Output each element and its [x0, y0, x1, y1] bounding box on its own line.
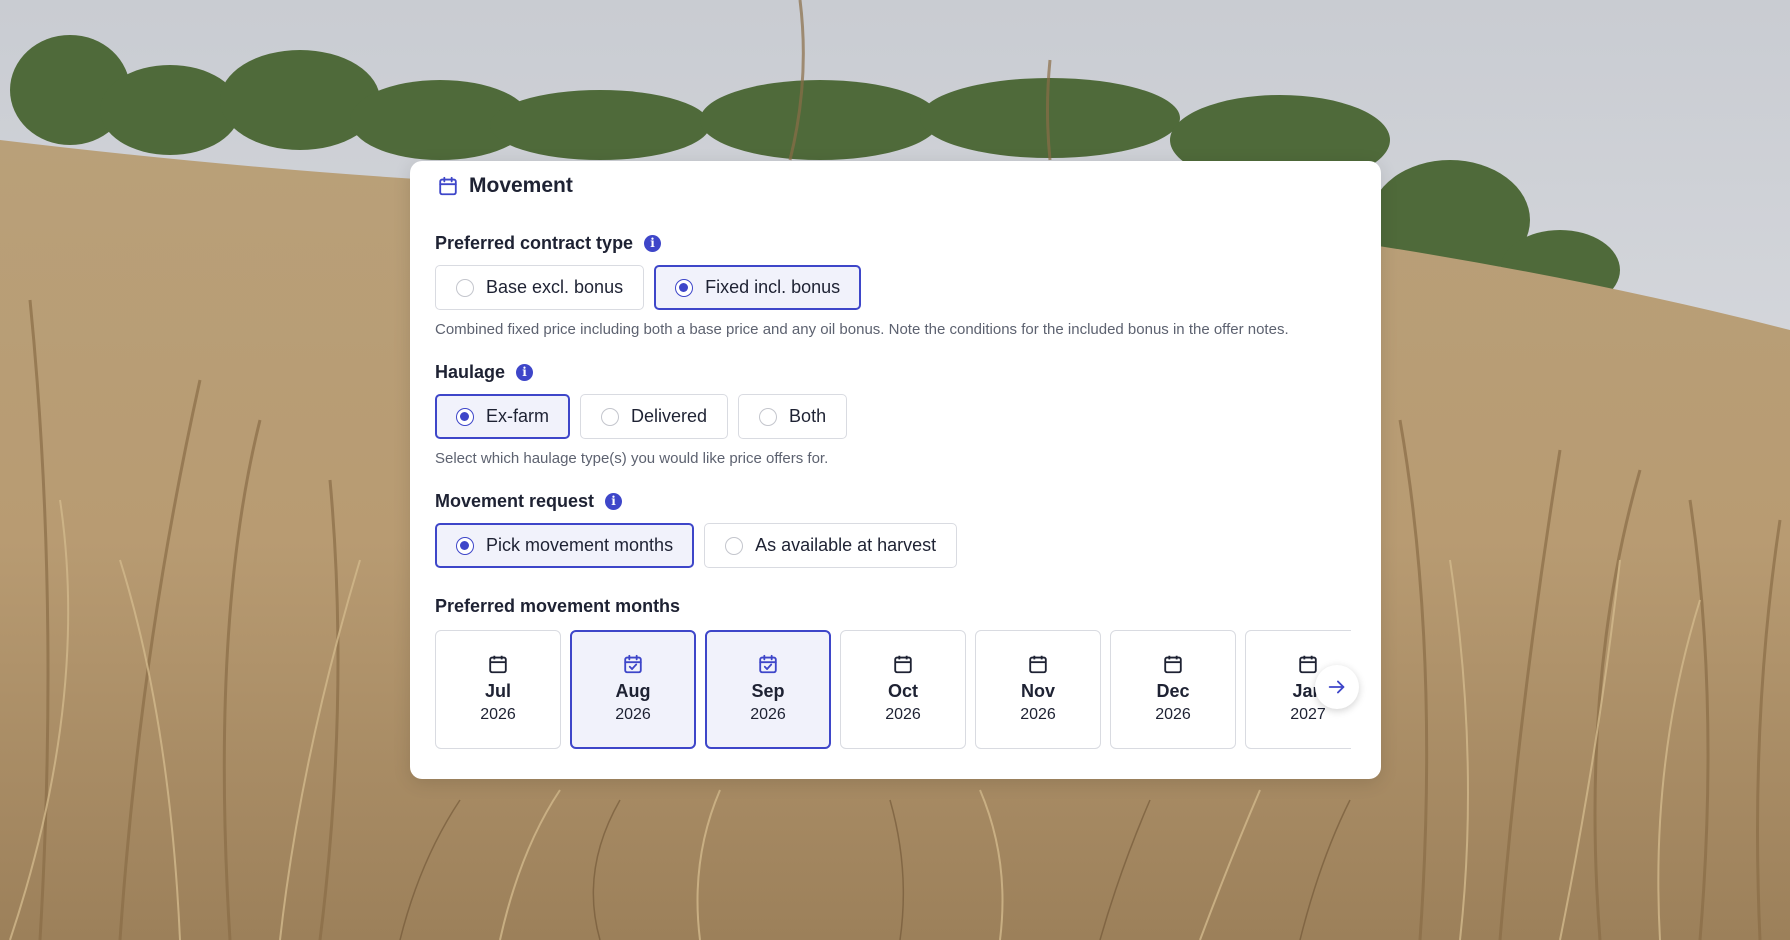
option-label: Pick movement months [486, 535, 674, 555]
month-name: Dec [1156, 681, 1190, 701]
radio-button[interactable] [725, 536, 744, 555]
month-year: 2026 [1155, 706, 1191, 723]
contract-type-label: Preferred contract type [435, 232, 634, 253]
month-year: 2027 [1290, 706, 1326, 723]
option-label: Base excl. bonus [486, 277, 624, 297]
months-label: Preferred movement months [435, 596, 681, 616]
movement-card: Movement Preferred contract type i Base … [410, 161, 1381, 779]
radio-button-selected[interactable] [675, 278, 694, 297]
calendar-icon [439, 176, 457, 196]
info-icon[interactable]: i [644, 234, 662, 252]
calendar-icon [1299, 655, 1317, 674]
haulage-options: Ex-farm Delivered Both [435, 394, 1356, 439]
month-name: Oct [887, 681, 918, 701]
month-name: Aug [615, 681, 651, 701]
option-label: As available at harvest [755, 535, 937, 555]
month-name: Nov [1020, 681, 1055, 701]
month-year: 2026 [885, 706, 921, 723]
month-card-nov[interactable]: Nov 2026 [975, 630, 1101, 749]
month-year: 2026 [750, 706, 786, 723]
haulage-label: Haulage [435, 361, 506, 382]
contract-type-options: Base excl. bonus Fixed incl. bonus [435, 265, 1356, 310]
month-card-sep[interactable]: Sep 2026 [705, 630, 831, 749]
month-card-jul[interactable]: Jul 2026 [435, 630, 561, 749]
info-icon[interactable]: i [605, 492, 623, 510]
calendar-icon [489, 655, 507, 674]
months-carousel: Jul 2026 Aug 2026 Sep 2026 Oct 2026 Nov … [435, 630, 1381, 750]
calendar-icon [1029, 655, 1047, 674]
option-fixed-incl-bonus[interactable]: Fixed incl. bonus [654, 265, 862, 310]
calendar-icon [1164, 655, 1182, 674]
movement-request-label-row: Movement request i [435, 489, 1356, 513]
month-card-aug[interactable]: Aug 2026 [570, 630, 696, 749]
month-year: 2026 [480, 706, 516, 723]
haulage-label-row: Haulage i [435, 360, 1356, 384]
option-ex-farm[interactable]: Ex-farm [435, 394, 570, 439]
info-icon[interactable]: i [516, 363, 534, 381]
radio-button[interactable] [601, 407, 619, 426]
radio-button[interactable] [456, 278, 474, 297]
contract-type-help: Combined fixed price including both a ba… [435, 321, 1289, 338]
calendar-check-icon [624, 654, 642, 674]
card-title: Movement [469, 174, 573, 197]
radio-button[interactable] [759, 407, 778, 426]
haulage-help: Select which haulage type(s) you would l… [435, 450, 829, 467]
month-year: 2026 [615, 706, 651, 723]
option-delivered[interactable]: Delivered [580, 394, 729, 439]
radio-button-selected[interactable] [456, 407, 474, 426]
scroll-next-button[interactable] [1315, 665, 1359, 709]
option-label: Fixed incl. bonus [705, 277, 841, 297]
option-label: Delivered [631, 406, 708, 426]
option-base-excl-bonus[interactable]: Base excl. bonus [435, 265, 645, 310]
card-header: Movement [435, 161, 1356, 211]
month-card-oct[interactable]: Oct 2026 [840, 630, 966, 749]
contract-type-label-row: Preferred contract type i [435, 231, 1356, 255]
option-pick-movement-months[interactable]: Pick movement months [435, 523, 695, 568]
month-year: 2026 [1020, 706, 1056, 723]
arrow-right-icon [1328, 680, 1345, 694]
option-label: Both [789, 406, 827, 426]
option-label: Ex-farm [486, 406, 549, 426]
calendar-check-icon [759, 654, 777, 674]
month-name: Jul [484, 681, 511, 701]
movement-request-label: Movement request [435, 490, 595, 511]
month-card-dec[interactable]: Dec 2026 [1110, 630, 1236, 749]
option-both[interactable]: Both [738, 394, 848, 439]
calendar-icon [894, 655, 912, 674]
radio-button-selected[interactable] [456, 536, 474, 555]
movement-request-options: Pick movement months As available at har… [435, 523, 1356, 568]
option-as-available-at-harvest[interactable]: As available at harvest [704, 523, 958, 568]
month-name: Sep [751, 681, 785, 701]
